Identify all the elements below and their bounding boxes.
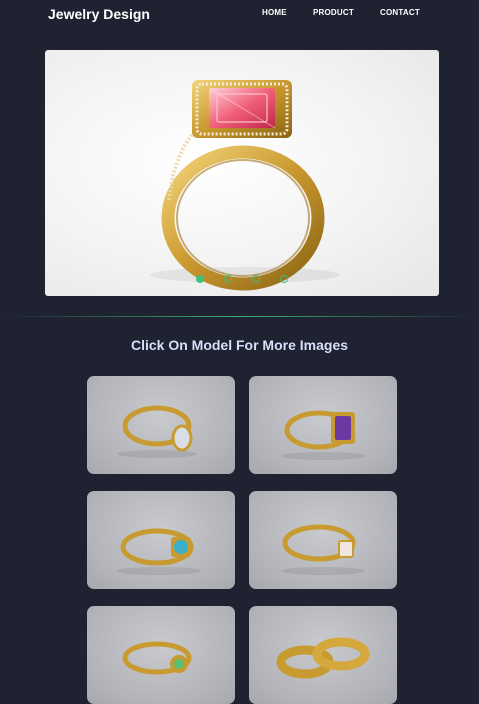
top-nav: Jewelry Design HOME PRODUCT CONTACT <box>0 0 479 32</box>
hero-ring-image <box>150 80 340 291</box>
nav-link-home[interactable]: HOME <box>262 8 287 17</box>
carousel-dot[interactable] <box>224 275 232 283</box>
ring-purple-stone-image <box>281 410 365 460</box>
carousel-indicators <box>45 275 439 283</box>
carousel-dot[interactable] <box>196 275 204 283</box>
hero-carousel[interactable] <box>45 50 439 296</box>
ring-blue-stone-image <box>117 528 201 575</box>
nav-link-contact[interactable]: CONTACT <box>380 8 420 17</box>
ring-oval-white-image <box>117 405 197 458</box>
section-divider <box>0 316 479 317</box>
brand-logo-text[interactable]: Jewelry Design <box>48 6 150 22</box>
ring-green-stone-image <box>122 641 192 675</box>
gallery-item-ring-1[interactable] <box>87 376 235 474</box>
gallery-title: Click On Model For More Images <box>130 337 349 353</box>
gallery-item-ring-6[interactable] <box>249 606 397 704</box>
ring-clear-stone-image <box>281 524 365 575</box>
nav-link-product[interactable]: PRODUCT <box>313 8 354 17</box>
carousel-dot[interactable] <box>252 275 260 283</box>
gallery-item-ring-2[interactable] <box>249 376 397 474</box>
gallery-item-ring-4[interactable] <box>249 491 397 589</box>
gallery-item-ring-5[interactable] <box>87 606 235 704</box>
carousel-dot[interactable] <box>280 275 288 283</box>
gallery-item-ring-3[interactable] <box>87 491 235 589</box>
ring-pair-bands-image <box>276 637 370 679</box>
